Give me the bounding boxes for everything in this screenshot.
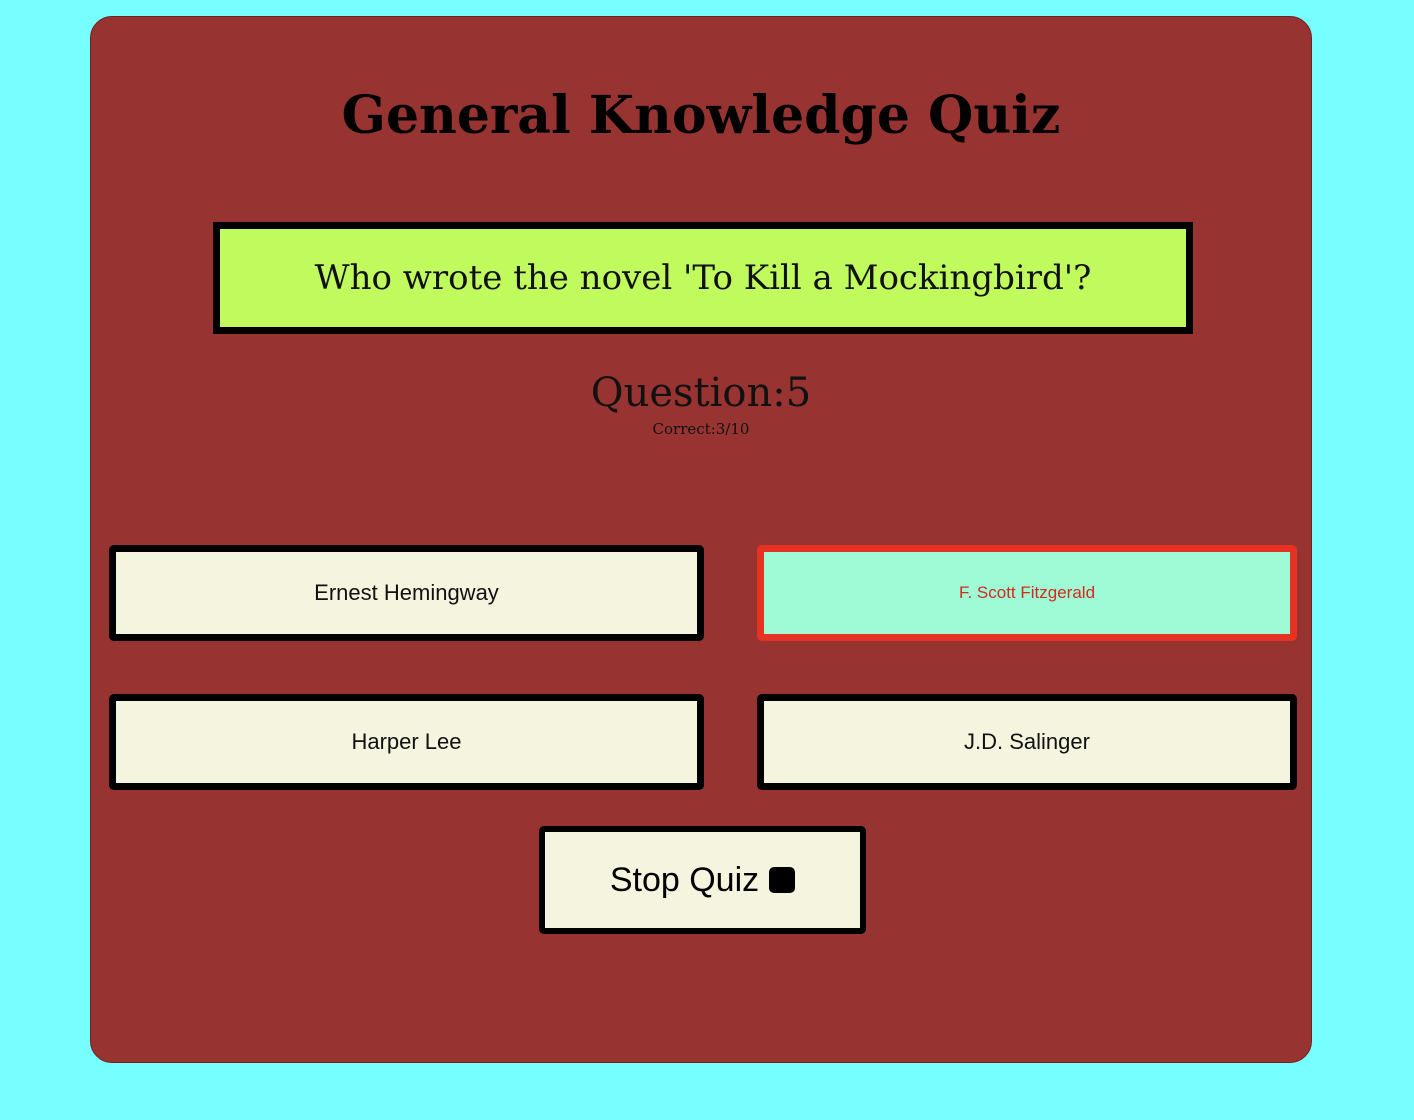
quiz-title: General Knowledge Quiz	[341, 85, 1061, 146]
answer-option-3[interactable]: Harper Lee	[109, 694, 704, 790]
stop-square-icon	[769, 867, 796, 893]
answer-option-2[interactable]: F. Scott Fitzgerald	[757, 545, 1297, 641]
question-text: Who wrote the novel 'To Kill a Mockingbi…	[314, 258, 1092, 298]
answer-option-1[interactable]: Ernest Hemingway	[109, 545, 704, 641]
stop-quiz-button[interactable]: Stop Quiz	[539, 826, 866, 934]
answer-option-4[interactable]: J.D. Salinger	[757, 694, 1297, 790]
quiz-card: General Knowledge Quiz Who wrote the nov…	[90, 16, 1312, 1063]
stop-quiz-label: Stop Quiz	[609, 860, 760, 899]
question-number: Question:5	[590, 370, 812, 416]
correct-count: Correct:3/10	[652, 420, 750, 438]
question-box: Who wrote the novel 'To Kill a Mockingbi…	[213, 222, 1193, 334]
